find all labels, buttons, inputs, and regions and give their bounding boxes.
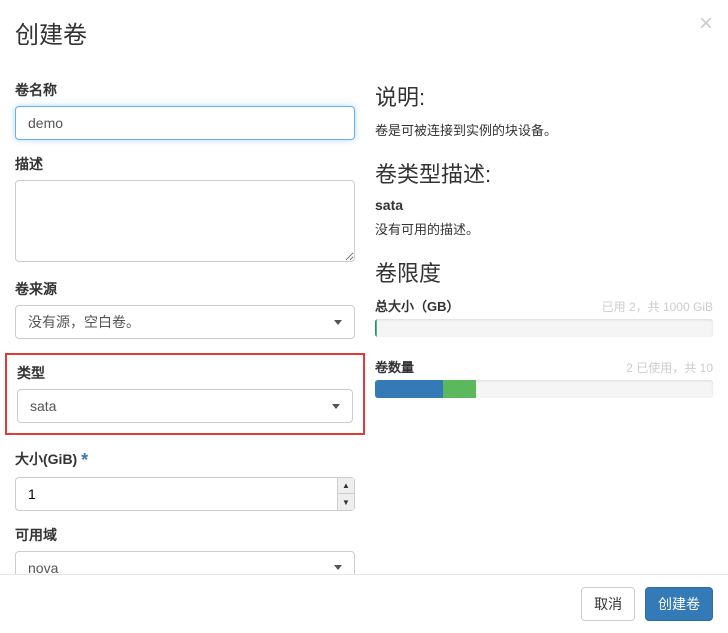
limits-title: 卷限度 [375,256,713,288]
modal-title: 创建卷 [15,15,713,50]
availability-zone-label: 可用域 [15,525,355,545]
close-icon[interactable]: × [699,12,713,36]
explain-text: 卷是可被连接到实例的块设备。 [375,120,713,139]
submit-button[interactable]: 创建卷 [645,587,713,621]
chevron-down-icon [332,404,340,409]
progress-used [375,380,443,398]
type-desc-title: 卷类型描述: [375,157,713,189]
size-label: 大小(GiB) * [15,449,355,471]
total-size-label: 总大小（GB） [375,296,460,315]
volume-type-value: sata [30,398,56,414]
total-size-progress [375,319,713,337]
explain-title: 说明: [375,80,713,112]
spinner-up-icon[interactable]: ▲ [338,478,354,495]
volumes-label: 卷数量 [375,357,414,376]
volume-type-label: 类型 [17,363,353,383]
chevron-down-icon [334,565,342,570]
type-highlight-box: 类型 sata [5,353,365,435]
type-desc-sub: sata [375,197,713,213]
required-asterisk: * [81,450,88,470]
volume-type-select[interactable]: sata [17,389,353,423]
size-input[interactable] [15,477,337,511]
progress-new [443,380,477,398]
chevron-down-icon [334,320,342,325]
volume-name-input[interactable] [15,106,355,140]
volume-source-select[interactable]: 没有源，空白卷。 [15,305,355,339]
total-size-info: 已用 2，共 1000 GiB [602,298,713,315]
volume-source-value: 没有源，空白卷。 [28,312,140,332]
modal-header: 创建卷 × [0,0,728,65]
volume-source-label: 卷来源 [15,279,355,299]
description-input[interactable] [15,180,355,262]
volumes-info: 2 已使用，共 10 [626,359,713,376]
description-label: 描述 [15,154,355,174]
spinner-down-icon[interactable]: ▼ [338,494,354,510]
type-desc-text: 没有可用的描述。 [375,219,713,238]
cancel-button[interactable]: 取消 [581,587,635,621]
volume-name-label: 卷名称 [15,80,355,100]
volumes-progress [375,380,713,398]
